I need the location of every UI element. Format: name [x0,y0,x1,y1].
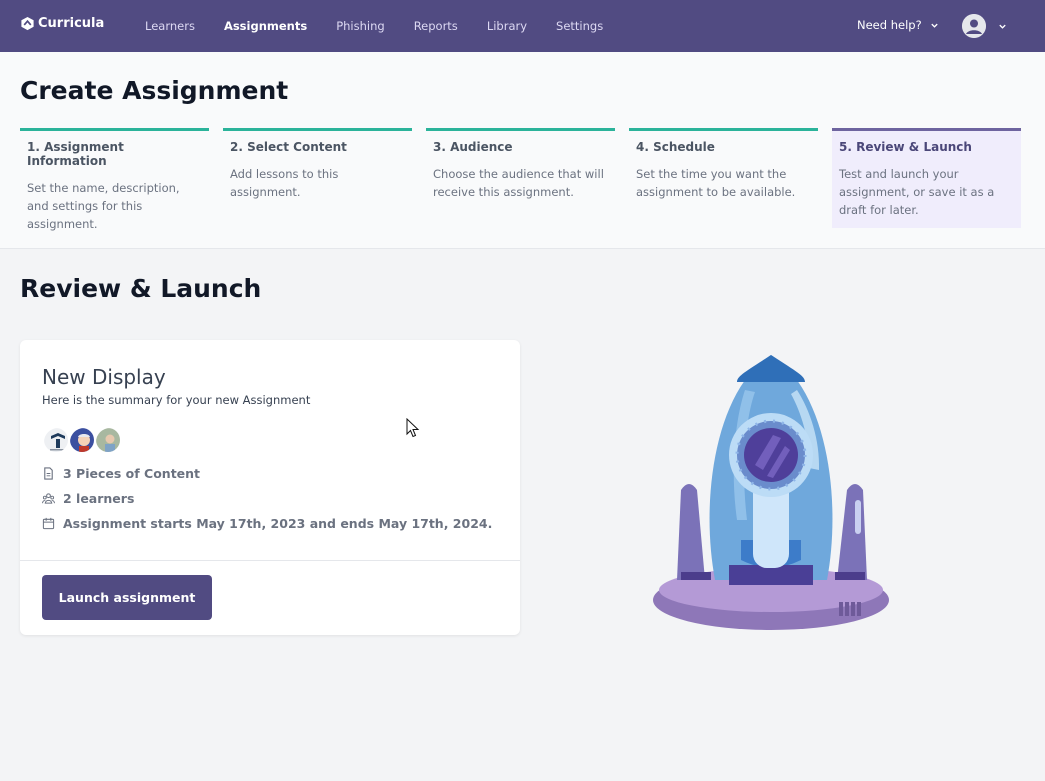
content-count-row: 3 Pieces of Content [42,466,200,481]
step-schedule[interactable]: 4. Schedule Set the time you want the as… [629,128,818,228]
learners-count: 2 learners [63,491,135,506]
rocket-illustration [653,355,889,630]
step-audience[interactable]: 3. Audience Choose the audience that wil… [426,128,615,228]
nav-learners[interactable]: Learners [145,19,195,33]
document-icon [44,467,53,480]
step-title: 1. Assignment Information [27,140,124,168]
step-progress: 1. Assignment Information Set the name, … [20,128,1021,231]
step-description: Set the name, description, and settings … [27,181,180,231]
users-icon [42,493,55,504]
nav-reports[interactable]: Reports [414,19,458,33]
learners-row: 2 learners [42,491,134,506]
nav-phishing[interactable]: Phishing [336,19,384,33]
main-nav: Learners Assignments Phishing Reports Li… [145,0,632,52]
step-description: Set the time you want the assignment to … [636,167,796,199]
step-select-content[interactable]: 2. Select Content Add lessons to this as… [223,128,412,228]
need-help-label: Need help? [857,18,922,32]
step-title: 3. Audience [433,140,513,154]
user-menu[interactable] [962,14,1007,38]
chevron-down-icon [930,23,938,28]
step-description: Test and launch your assignment, or save… [839,167,995,217]
page-title: Create Assignment [20,76,289,105]
step-title: 4. Schedule [636,140,715,154]
step-review-launch[interactable]: 5. Review & Launch Test and launch your … [832,128,1021,228]
content-thumbnail [68,426,96,454]
chevron-down-icon [999,24,1006,29]
assignment-header: Create Assignment 1. Assignment Informat… [0,52,1045,249]
content-thumbnail [42,426,70,454]
card-divider [20,560,520,561]
assignment-summary-card: New Display Here is the summary for your… [20,340,520,635]
content-avatars [42,426,122,454]
nav-settings[interactable]: Settings [556,19,603,33]
brand-logo[interactable]: Curricula [20,16,104,31]
calendar-icon [42,517,55,530]
content-thumbnail [94,426,122,454]
assignment-name: New Display [42,365,166,389]
nav-library[interactable]: Library [487,19,527,33]
step-description: Add lessons to this assignment. [230,167,339,199]
summary-text: Here is the summary for your new Assignm… [42,393,311,407]
mouse-cursor-icon [406,418,420,438]
need-help-dropdown[interactable]: Need help? [857,18,939,32]
top-navbar: Curricula Learners Assignments Phishing … [0,0,1045,52]
step-assignment-information[interactable]: 1. Assignment Information Set the name, … [20,128,209,231]
step-description: Choose the audience that will receive th… [433,167,604,199]
schedule-text: Assignment starts May 17th, 2023 and end… [63,516,493,531]
schedule-row: Assignment starts May 17th, 2023 and end… [42,516,492,531]
section-title: Review & Launch [20,274,262,303]
step-title: 2. Select Content [230,140,347,154]
step-title: 5. Review & Launch [839,140,972,154]
user-avatar-icon [962,14,986,38]
launch-assignment-button[interactable]: Launch assignment [42,575,212,620]
nav-assignments[interactable]: Assignments [224,19,307,33]
curricula-logo-icon [21,16,34,31]
brand-name: Curricula [38,16,105,31]
content-count: 3 Pieces of Content [63,466,201,481]
